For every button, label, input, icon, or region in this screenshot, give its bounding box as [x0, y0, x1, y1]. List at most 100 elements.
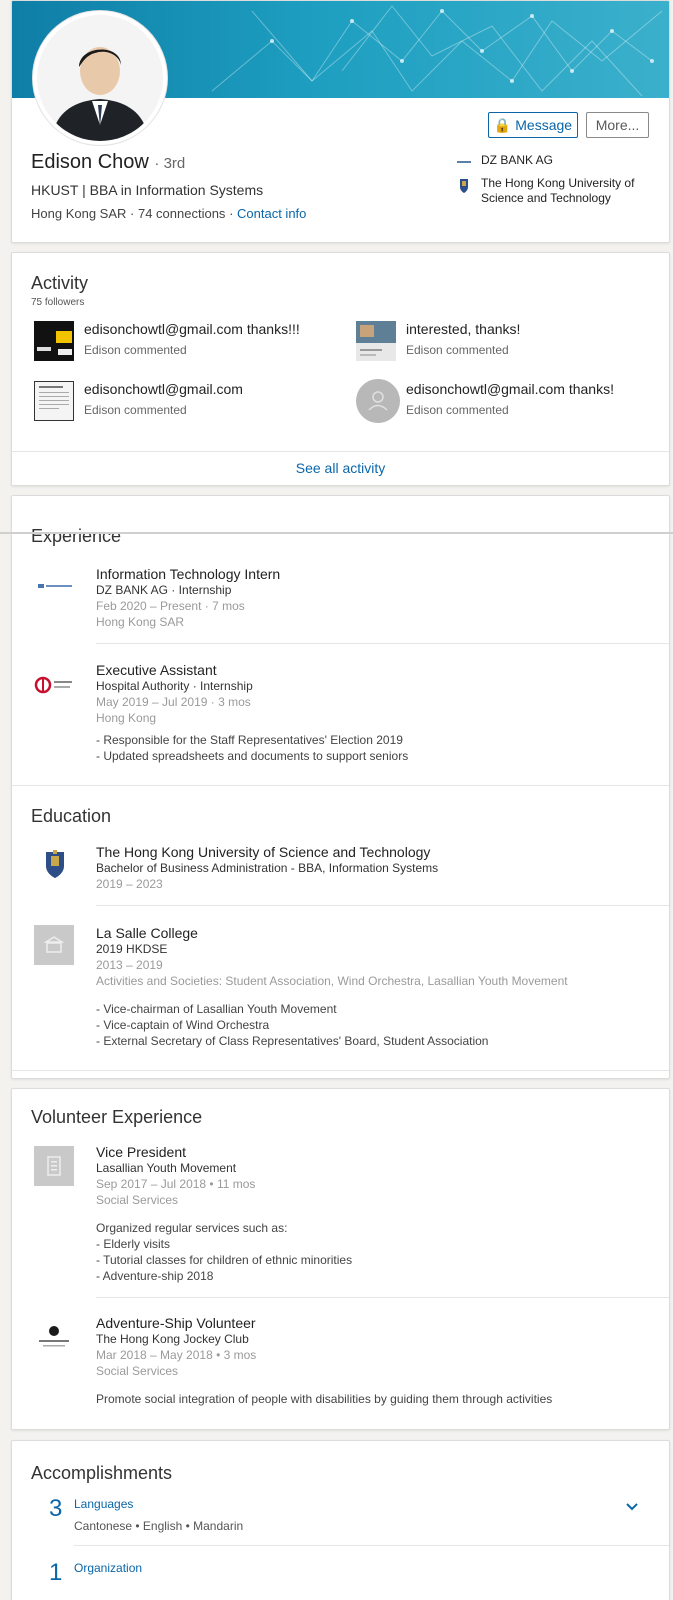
activity-text: interested, thanks! [406, 321, 521, 337]
profile-meta: Hong Kong SAR · 74 connections · Contact… [31, 206, 307, 221]
profile-card: 🔒 Message More... Edison Chow · 3rd HKUS… [11, 0, 670, 243]
volunteer-role: Vice President [96, 1144, 187, 1160]
school-description-line: - External Secretary of Class Representa… [96, 1034, 489, 1048]
divider [96, 643, 669, 644]
activity-text: edisonchowtl@gmail.com thanks! [406, 381, 614, 397]
experience-education-card: Experience Information Technology Intern… [11, 495, 670, 1079]
school-activities: Activities and Societies: Student Associ… [96, 974, 568, 988]
post-thumbnail [356, 321, 396, 361]
volunteer-cause: Social Services [96, 1364, 179, 1378]
activity-title: Activity [31, 273, 89, 293]
lock-icon: 🔒 [493, 117, 512, 133]
more-label: More... [595, 117, 640, 133]
education-item[interactable]: La Salle College 2019 HKDSE 2013 – 2019 … [96, 925, 568, 1049]
organization-placeholder-icon [34, 1146, 74, 1186]
volunteer-card: Volunteer Experience Vice President Lasa… [11, 1088, 670, 1430]
post-thumbnail [34, 321, 74, 361]
contact-info-link[interactable]: Contact info [237, 206, 306, 221]
profile-name-row: Edison Chow · 3rd [31, 151, 185, 174]
volunteer-cause: Social Services [96, 1193, 179, 1207]
section-divider [12, 785, 669, 786]
experience-title: Experience [31, 526, 122, 546]
school-name: La Salle College [96, 925, 198, 941]
languages-label: Languages [74, 1497, 134, 1511]
jockey-club-logo-icon [34, 1321, 74, 1351]
activity-item[interactable]: edisonchowtl@gmail.com thanks! Edison co… [356, 379, 656, 425]
languages-list: Cantonese • English • Mandarin [74, 1519, 244, 1533]
volunteer-role: Adventure-Ship Volunteer [96, 1315, 256, 1331]
volunteer-description-line: - Adventure-ship 2018 [96, 1269, 214, 1283]
company-name: DZ BANK AG [481, 153, 554, 167]
divider [96, 1297, 669, 1298]
volunteer-title: Volunteer Experience [31, 1107, 203, 1127]
volunteer-description-line: Organized regular services such as: [96, 1221, 288, 1235]
school-name: The Hong Kong University of Science and … [96, 844, 431, 860]
volunteer-description-line: Promote social integration of people wit… [96, 1392, 553, 1406]
see-all-activity-link[interactable]: See all activity [12, 451, 669, 486]
job-location: Hong Kong [96, 711, 157, 725]
accomplishments-title: Accomplishments [31, 1463, 173, 1483]
message-label: Message [515, 117, 573, 133]
person-placeholder-icon [356, 379, 400, 423]
activity-item[interactable]: edisonchowtl@gmail.com thanks!!! Edison … [34, 321, 334, 365]
activity-text: edisonchowtl@gmail.com [84, 381, 243, 397]
job-dates: May 2019 – Jul 2019 · 3 mos [96, 695, 251, 709]
organization-count: 1 [49, 1559, 63, 1586]
connections-count[interactable]: 74 connections [138, 206, 225, 221]
post-thumbnail [34, 381, 74, 421]
activity-text: edisonchowtl@gmail.com thanks!!! [84, 321, 300, 337]
languages-count: 3 [49, 1495, 63, 1522]
section-divider [12, 1070, 669, 1071]
message-button[interactable]: 🔒 Message [488, 112, 578, 138]
dz-bank-logo-icon [36, 576, 76, 596]
job-title: Information Technology Intern [96, 566, 281, 582]
job-description-line: - Responsible for the Staff Representati… [96, 733, 403, 747]
volunteer-org: Lasallian Youth Movement [96, 1161, 237, 1175]
experience-item[interactable]: Information Technology Intern DZ BANK AG… [96, 566, 280, 630]
school-crest-icon [455, 176, 473, 194]
followers-count: 75 followers [31, 297, 85, 308]
company-logo-icon [455, 153, 473, 171]
activity-meta: Edison commented [84, 403, 187, 417]
organization-label: Organization [74, 1561, 143, 1575]
hkust-crest-icon [42, 848, 68, 880]
volunteer-dates: Mar 2018 – May 2018 • 3 mos [96, 1348, 257, 1362]
experience-item[interactable]: Executive Assistant Hospital Authority ·… [96, 662, 408, 764]
school-dates: 2019 – 2023 [96, 877, 163, 891]
profile-name: Edison Chow [31, 151, 149, 173]
job-company: DZ BANK AG · Internship [96, 583, 232, 597]
activity-item[interactable]: edisonchowtl@gmail.com Edison commented [34, 381, 334, 425]
job-dates: Feb 2020 – Present · 7 mos [96, 599, 245, 613]
activity-meta: Edison commented [406, 343, 509, 357]
volunteer-org: The Hong Kong Jockey Club [96, 1332, 249, 1346]
school-dates: 2013 – 2019 [96, 958, 163, 972]
divider [96, 905, 669, 906]
job-company: Hospital Authority · Internship [96, 679, 253, 693]
hospital-authority-logo-icon [34, 674, 76, 696]
screenshot-seam [0, 532, 673, 534]
volunteer-description-line: - Tutorial classes for children of ethni… [96, 1253, 353, 1267]
divider [74, 1545, 669, 1546]
school-degree: Bachelor of Business Administration - BB… [96, 861, 439, 875]
profile-headline: HKUST | BBA in Information Systems [31, 182, 264, 198]
volunteer-item[interactable]: Adventure-Ship Volunteer The Hong Kong J… [96, 1315, 552, 1407]
volunteer-item[interactable]: Vice President Lasallian Youth Movement … [96, 1144, 352, 1284]
profile-location: Hong Kong SAR [31, 206, 127, 221]
accomplishments-card: Accomplishments 3 Languages Cantonese • … [11, 1440, 670, 1600]
connection-degree: · 3rd [154, 155, 186, 172]
more-button[interactable]: More... [586, 112, 649, 138]
profile-avatar[interactable] [33, 11, 167, 145]
activity-item[interactable]: interested, thanks! Edison commented [356, 321, 656, 365]
job-title: Executive Assistant [96, 662, 217, 678]
school-name: The Hong Kong University of Science and … [481, 176, 635, 205]
chevron-down-icon[interactable] [623, 1497, 641, 1515]
school-placeholder-icon [34, 925, 74, 965]
volunteer-description-line: - Elderly visits [96, 1237, 171, 1251]
school-description-line: - Vice-chairman of Lasallian Youth Movem… [96, 1002, 337, 1016]
job-location: Hong Kong SAR [96, 615, 185, 629]
education-item[interactable]: The Hong Kong University of Science and … [96, 844, 438, 892]
activity-meta: Edison commented [84, 343, 187, 357]
activity-meta: Edison commented [406, 403, 509, 417]
education-title: Education [31, 806, 112, 826]
job-description-line: - Updated spreadsheets and documents to … [96, 749, 409, 763]
